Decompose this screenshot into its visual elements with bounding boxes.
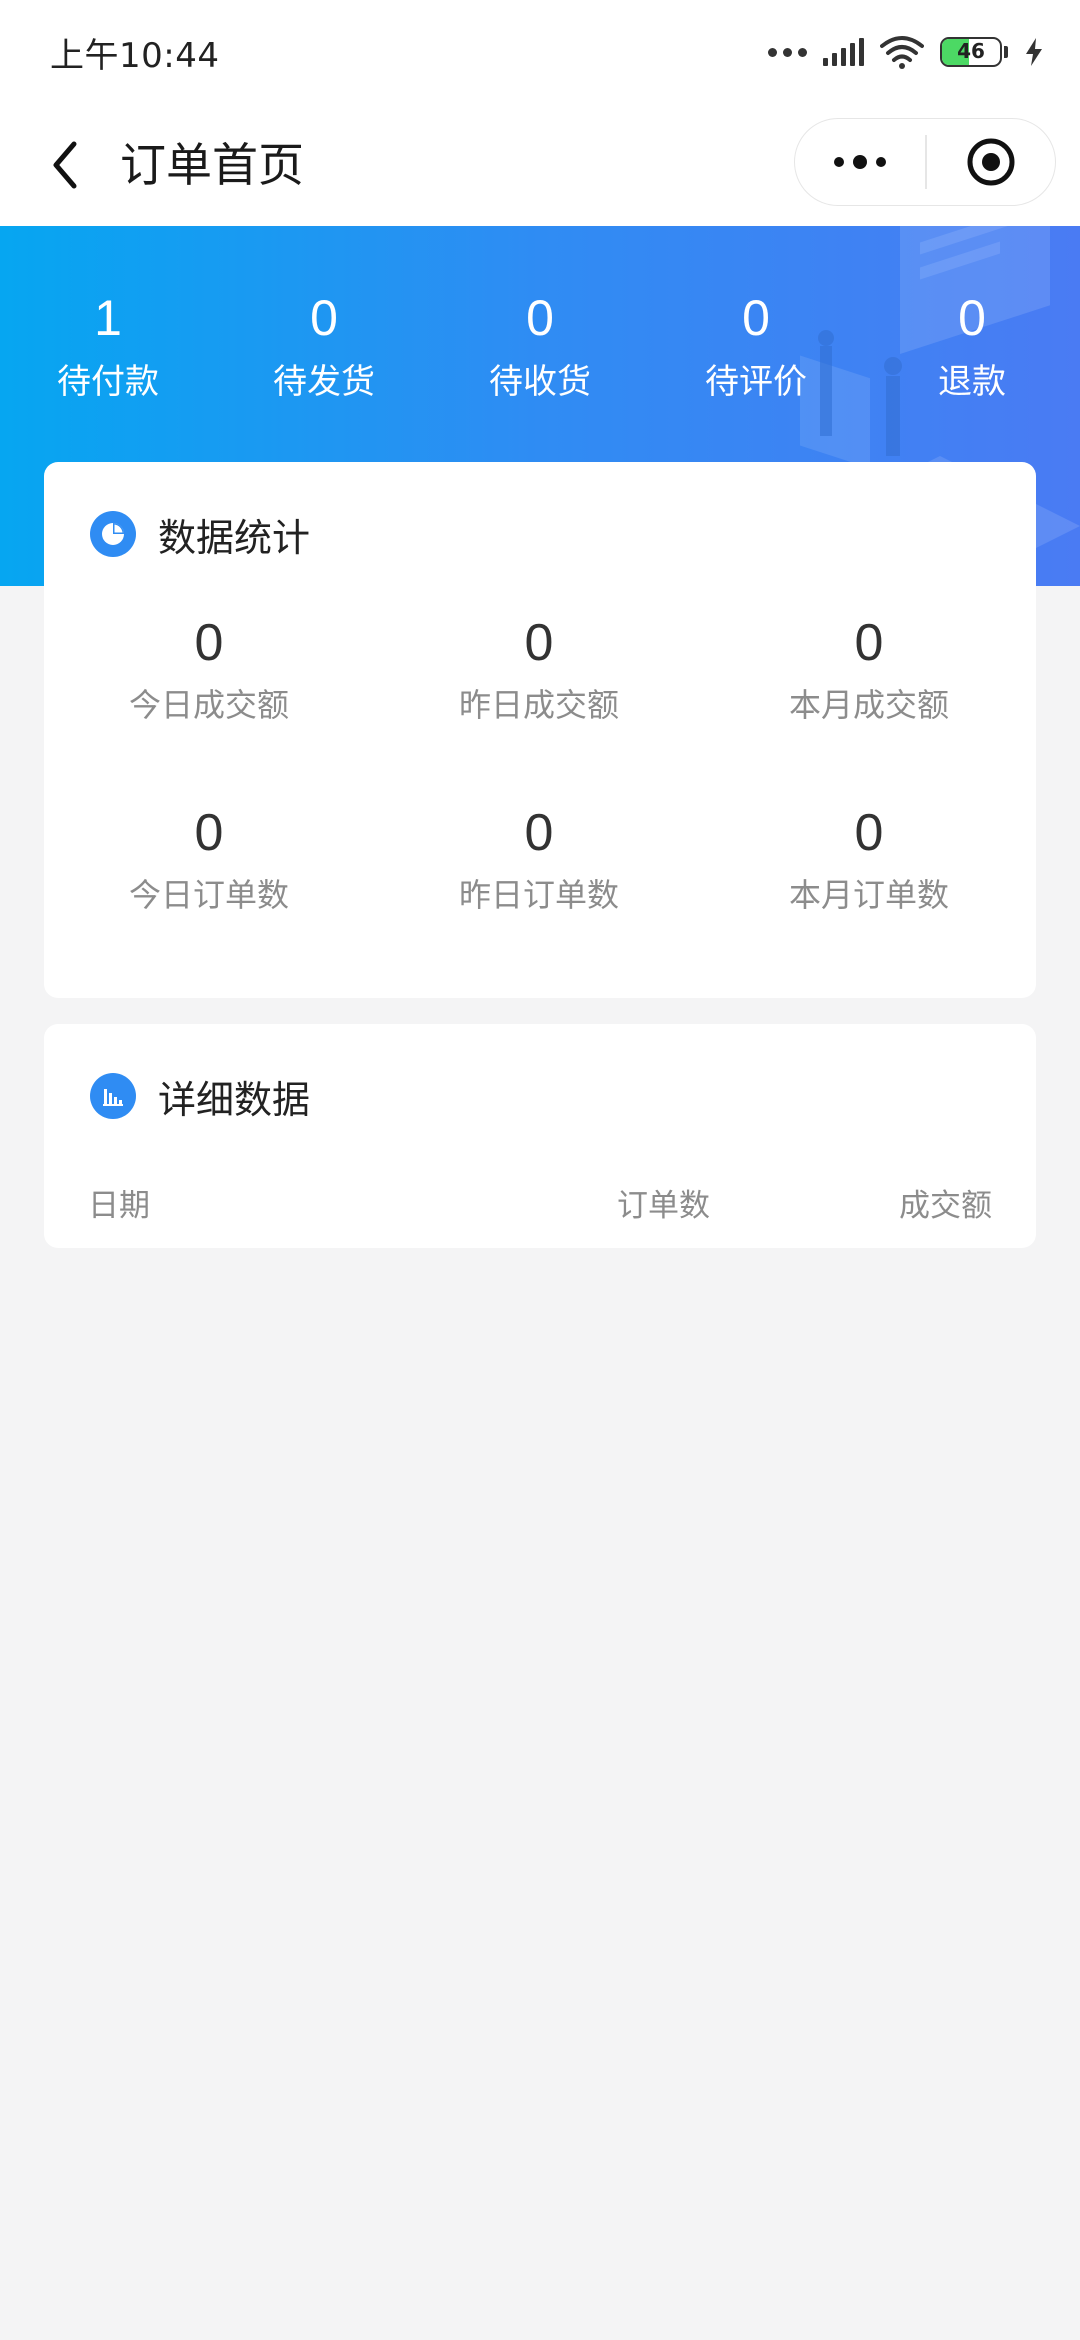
stat-value: 0: [524, 614, 554, 672]
tab-pending-review[interactable]: 0 待评价: [648, 226, 864, 436]
stat-label: 本月成交额: [788, 686, 949, 724]
order-status-tabs: 1 待付款 0 待发货 0 待收货 0 待评价 0 退款: [0, 226, 1080, 436]
battery-icon: 46: [940, 37, 1008, 67]
stat-month-orders: 0 本月订单数: [704, 802, 1034, 992]
status-label: 待评价: [705, 362, 807, 402]
target-circle-icon: [967, 138, 1015, 186]
page-title: 订单首页: [120, 138, 304, 192]
detail-table-header: 日期 订单数 成交额: [88, 1180, 992, 1224]
stat-today-orders: 0 今日订单数: [44, 802, 374, 992]
back-button[interactable]: [30, 130, 100, 200]
tab-pending-receipt[interactable]: 0 待收货: [432, 226, 648, 436]
status-count: 0: [958, 290, 986, 346]
pie-chart-icon: [90, 511, 136, 557]
wifi-icon: [880, 36, 924, 69]
detail-card-header: 详细数据: [90, 1066, 310, 1126]
stat-value: 0: [524, 804, 554, 862]
stats-card-title: 数据统计: [158, 515, 311, 560]
detail-card-title: 详细数据: [158, 1077, 311, 1122]
status-label: 待发货: [273, 362, 375, 402]
stats-row-orders: 0 今日订单数 0 昨日订单数 0 本月订单数: [44, 802, 1036, 992]
status-label: 退款: [938, 362, 1006, 402]
tab-refund[interactable]: 0 退款: [864, 226, 1080, 436]
more-dot-icon: [853, 155, 867, 169]
stat-yesterday-orders: 0 昨日订单数: [374, 802, 704, 992]
stat-today-turnover: 0 今日成交额: [44, 612, 374, 802]
status-icons: 46: [768, 30, 1044, 74]
status-bar: 上午10:44 46: [0, 0, 1080, 104]
stat-value: 0: [854, 804, 884, 862]
stat-label: 昨日订单数: [458, 876, 619, 914]
column-header-orders: 订单数: [617, 1188, 710, 1224]
stat-month-turnover: 0 本月成交额: [704, 612, 1034, 802]
stat-label: 昨日成交额: [458, 686, 619, 724]
stat-label: 今日成交额: [128, 686, 289, 724]
status-time: 上午10:44: [50, 36, 220, 76]
tab-pending-payment[interactable]: 1 待付款: [0, 226, 216, 436]
close-mini-program-button[interactable]: [927, 119, 1056, 205]
status-count: 0: [526, 290, 554, 346]
stats-row-turnover: 0 今日成交额 0 昨日成交额 0 本月成交额: [44, 612, 1036, 802]
more-signal-icon: [768, 47, 807, 57]
stat-value: 0: [854, 614, 884, 672]
status-count: 1: [94, 290, 122, 346]
chevron-left-icon: [53, 141, 77, 189]
status-count: 0: [742, 290, 770, 346]
more-dot-icon: [876, 157, 886, 167]
more-button[interactable]: [795, 119, 925, 205]
column-header-date: 日期: [88, 1188, 150, 1224]
bar-chart-icon: [90, 1073, 136, 1119]
column-header-amount: 成交额: [899, 1188, 992, 1224]
more-dot-icon: [834, 157, 844, 167]
stat-value: 0: [194, 614, 224, 672]
charging-bolt-icon: [1026, 38, 1042, 66]
stat-label: 今日订单数: [128, 876, 289, 914]
stat-label: 本月订单数: [788, 876, 949, 914]
stats-grid: 0 今日成交额 0 昨日成交额 0 本月成交额 0 今日订单数 0 昨日订单数: [44, 612, 1036, 992]
status-label: 待付款: [57, 362, 159, 402]
tab-pending-shipment[interactable]: 0 待发货: [216, 226, 432, 436]
stats-card: 数据统计 0 今日成交额 0 昨日成交额 0 本月成交额 0 今日订单数 0 昨…: [44, 462, 1036, 998]
stat-yesterday-turnover: 0 昨日成交额: [374, 612, 704, 802]
stat-value: 0: [194, 804, 224, 862]
stats-card-header: 数据统计: [90, 504, 310, 564]
mini-program-capsule: [794, 118, 1056, 206]
nav-bar: 订单首页: [0, 104, 1080, 226]
status-label: 待收货: [489, 362, 591, 402]
status-count: 0: [310, 290, 338, 346]
detail-card: 详细数据 日期 订单数 成交额: [44, 1024, 1036, 1248]
battery-level: 46: [957, 39, 985, 63]
cellular-signal-icon: [823, 38, 864, 66]
